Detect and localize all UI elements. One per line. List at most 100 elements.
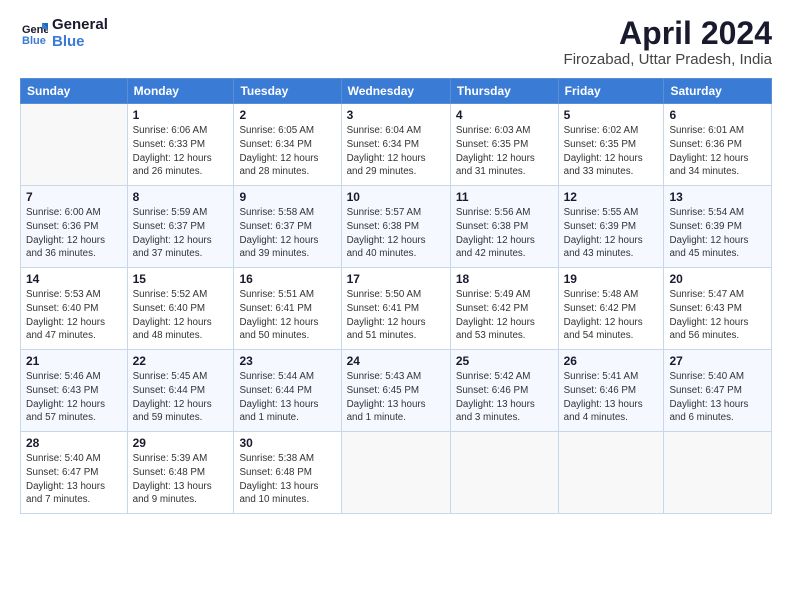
day-number: 29 [133,436,229,450]
day-number: 27 [669,354,766,368]
day-number: 22 [133,354,229,368]
day-number: 19 [564,272,659,286]
calendar-header-row: SundayMondayTuesdayWednesdayThursdayFrid… [21,79,772,104]
day-info: Sunrise: 5:44 AM Sunset: 6:44 PM Dayligh… [239,370,335,425]
page: General Blue General Blue April 2024 Fir… [0,0,792,612]
calendar-cell: 20 Sunrise: 5:47 AM Sunset: 6:43 PM Dayli… [664,268,772,350]
day-number: 3 [347,108,445,122]
calendar-cell: 12 Sunrise: 5:55 AM Sunset: 6:39 PM Dayli… [558,186,664,268]
svg-text:Blue: Blue [22,35,46,47]
calendar-cell: 24 Sunrise: 5:43 AM Sunset: 6:45 PM Dayli… [341,350,450,432]
day-info: Sunrise: 6:00 AM Sunset: 6:36 PM Dayligh… [26,206,122,261]
day-info: Sunrise: 5:46 AM Sunset: 6:43 PM Dayligh… [26,370,122,425]
day-number: 6 [669,108,766,122]
day-number: 10 [347,190,445,204]
calendar-cell: 4 Sunrise: 6:03 AM Sunset: 6:35 PM Daylig… [450,104,558,186]
day-info: Sunrise: 6:01 AM Sunset: 6:36 PM Dayligh… [669,124,766,179]
day-info: Sunrise: 5:41 AM Sunset: 6:46 PM Dayligh… [564,370,659,425]
calendar-cell: 28 Sunrise: 5:40 AM Sunset: 6:47 PM Dayli… [21,432,128,514]
weekday-header: Saturday [664,79,772,104]
weekday-header: Tuesday [234,79,341,104]
day-info: Sunrise: 6:02 AM Sunset: 6:35 PM Dayligh… [564,124,659,179]
calendar-cell [664,432,772,514]
calendar-cell: 7 Sunrise: 6:00 AM Sunset: 6:36 PM Daylig… [21,186,128,268]
day-info: Sunrise: 5:47 AM Sunset: 6:43 PM Dayligh… [669,288,766,343]
calendar-cell: 13 Sunrise: 5:54 AM Sunset: 6:39 PM Dayli… [664,186,772,268]
day-number: 20 [669,272,766,286]
day-info: Sunrise: 5:38 AM Sunset: 6:48 PM Dayligh… [239,452,335,507]
day-number: 13 [669,190,766,204]
day-info: Sunrise: 5:55 AM Sunset: 6:39 PM Dayligh… [564,206,659,261]
day-number: 16 [239,272,335,286]
subtitle: Firozabad, Uttar Pradesh, India [564,51,772,68]
day-number: 15 [133,272,229,286]
day-number: 30 [239,436,335,450]
calendar-cell: 6 Sunrise: 6:01 AM Sunset: 6:36 PM Daylig… [664,104,772,186]
day-info: Sunrise: 5:48 AM Sunset: 6:42 PM Dayligh… [564,288,659,343]
day-number: 18 [456,272,553,286]
calendar-cell: 30 Sunrise: 5:38 AM Sunset: 6:48 PM Dayli… [234,432,341,514]
day-info: Sunrise: 5:58 AM Sunset: 6:37 PM Dayligh… [239,206,335,261]
day-number: 28 [26,436,122,450]
calendar-cell: 18 Sunrise: 5:49 AM Sunset: 6:42 PM Dayli… [450,268,558,350]
calendar-cell: 29 Sunrise: 5:39 AM Sunset: 6:48 PM Dayli… [127,432,234,514]
day-number: 1 [133,108,229,122]
weekday-header: Sunday [21,79,128,104]
calendar-cell [341,432,450,514]
day-number: 2 [239,108,335,122]
header: General Blue General Blue April 2024 Fir… [20,16,772,68]
day-info: Sunrise: 5:59 AM Sunset: 6:37 PM Dayligh… [133,206,229,261]
day-info: Sunrise: 5:45 AM Sunset: 6:44 PM Dayligh… [133,370,229,425]
day-number: 5 [564,108,659,122]
weekday-header: Friday [558,79,664,104]
calendar-cell: 23 Sunrise: 5:44 AM Sunset: 6:44 PM Dayli… [234,350,341,432]
day-number: 7 [26,190,122,204]
day-number: 23 [239,354,335,368]
weekday-header: Thursday [450,79,558,104]
calendar-cell: 21Sunrise: 5:46 AM Sunset: 6:43 PM Dayli… [21,350,128,432]
calendar-cell: 27 Sunrise: 5:40 AM Sunset: 6:47 PM Dayli… [664,350,772,432]
day-number: 8 [133,190,229,204]
day-number: 12 [564,190,659,204]
logo: General Blue General Blue [20,16,108,50]
day-info: Sunrise: 5:54 AM Sunset: 6:39 PM Dayligh… [669,206,766,261]
calendar-cell [21,104,128,186]
day-number: 4 [456,108,553,122]
calendar-cell: 25Sunrise: 5:42 AM Sunset: 6:46 PM Dayli… [450,350,558,432]
title-area: April 2024 Firozabad, Uttar Pradesh, Ind… [564,16,772,68]
day-info: Sunrise: 5:43 AM Sunset: 6:45 PM Dayligh… [347,370,445,425]
weekday-header: Monday [127,79,234,104]
day-info: Sunrise: 5:40 AM Sunset: 6:47 PM Dayligh… [669,370,766,425]
calendar-cell [558,432,664,514]
day-number: 25 [456,354,553,368]
calendar-cell: 19 Sunrise: 5:48 AM Sunset: 6:42 PM Dayli… [558,268,664,350]
calendar-cell: 8 Sunrise: 5:59 AM Sunset: 6:37 PM Daylig… [127,186,234,268]
day-number: 24 [347,354,445,368]
day-number: 9 [239,190,335,204]
logo-text: General Blue [52,16,108,50]
calendar-cell: 16 Sunrise: 5:51 AM Sunset: 6:41 PM Dayli… [234,268,341,350]
calendar-cell: 26Sunrise: 5:41 AM Sunset: 6:46 PM Dayli… [558,350,664,432]
day-info: Sunrise: 5:52 AM Sunset: 6:40 PM Dayligh… [133,288,229,343]
day-info: Sunrise: 6:04 AM Sunset: 6:34 PM Dayligh… [347,124,445,179]
day-info: Sunrise: 5:40 AM Sunset: 6:47 PM Dayligh… [26,452,122,507]
calendar-cell: 5 Sunrise: 6:02 AM Sunset: 6:35 PM Daylig… [558,104,664,186]
calendar-cell: 14 Sunrise: 5:53 AM Sunset: 6:40 PM Dayli… [21,268,128,350]
day-info: Sunrise: 5:39 AM Sunset: 6:48 PM Dayligh… [133,452,229,507]
calendar-cell: 9 Sunrise: 5:58 AM Sunset: 6:37 PM Daylig… [234,186,341,268]
day-info: Sunrise: 5:49 AM Sunset: 6:42 PM Dayligh… [456,288,553,343]
day-info: Sunrise: 6:06 AM Sunset: 6:33 PM Dayligh… [133,124,229,179]
day-number: 14 [26,272,122,286]
day-info: Sunrise: 6:03 AM Sunset: 6:35 PM Dayligh… [456,124,553,179]
day-info: Sunrise: 5:50 AM Sunset: 6:41 PM Dayligh… [347,288,445,343]
calendar-cell: 10Sunrise: 5:57 AM Sunset: 6:38 PM Dayli… [341,186,450,268]
day-info: Sunrise: 5:51 AM Sunset: 6:41 PM Dayligh… [239,288,335,343]
calendar-cell: 11Sunrise: 5:56 AM Sunset: 6:38 PM Dayli… [450,186,558,268]
calendar-week-row: 1 Sunrise: 6:06 AM Sunset: 6:33 PM Daylig… [21,104,772,186]
calendar-week-row: 21Sunrise: 5:46 AM Sunset: 6:43 PM Dayli… [21,350,772,432]
day-info: Sunrise: 5:53 AM Sunset: 6:40 PM Dayligh… [26,288,122,343]
logo-icon: General Blue [20,19,48,47]
calendar-cell: 2 Sunrise: 6:05 AM Sunset: 6:34 PM Daylig… [234,104,341,186]
calendar-cell: 15 Sunrise: 5:52 AM Sunset: 6:40 PM Dayli… [127,268,234,350]
day-info: Sunrise: 6:05 AM Sunset: 6:34 PM Dayligh… [239,124,335,179]
